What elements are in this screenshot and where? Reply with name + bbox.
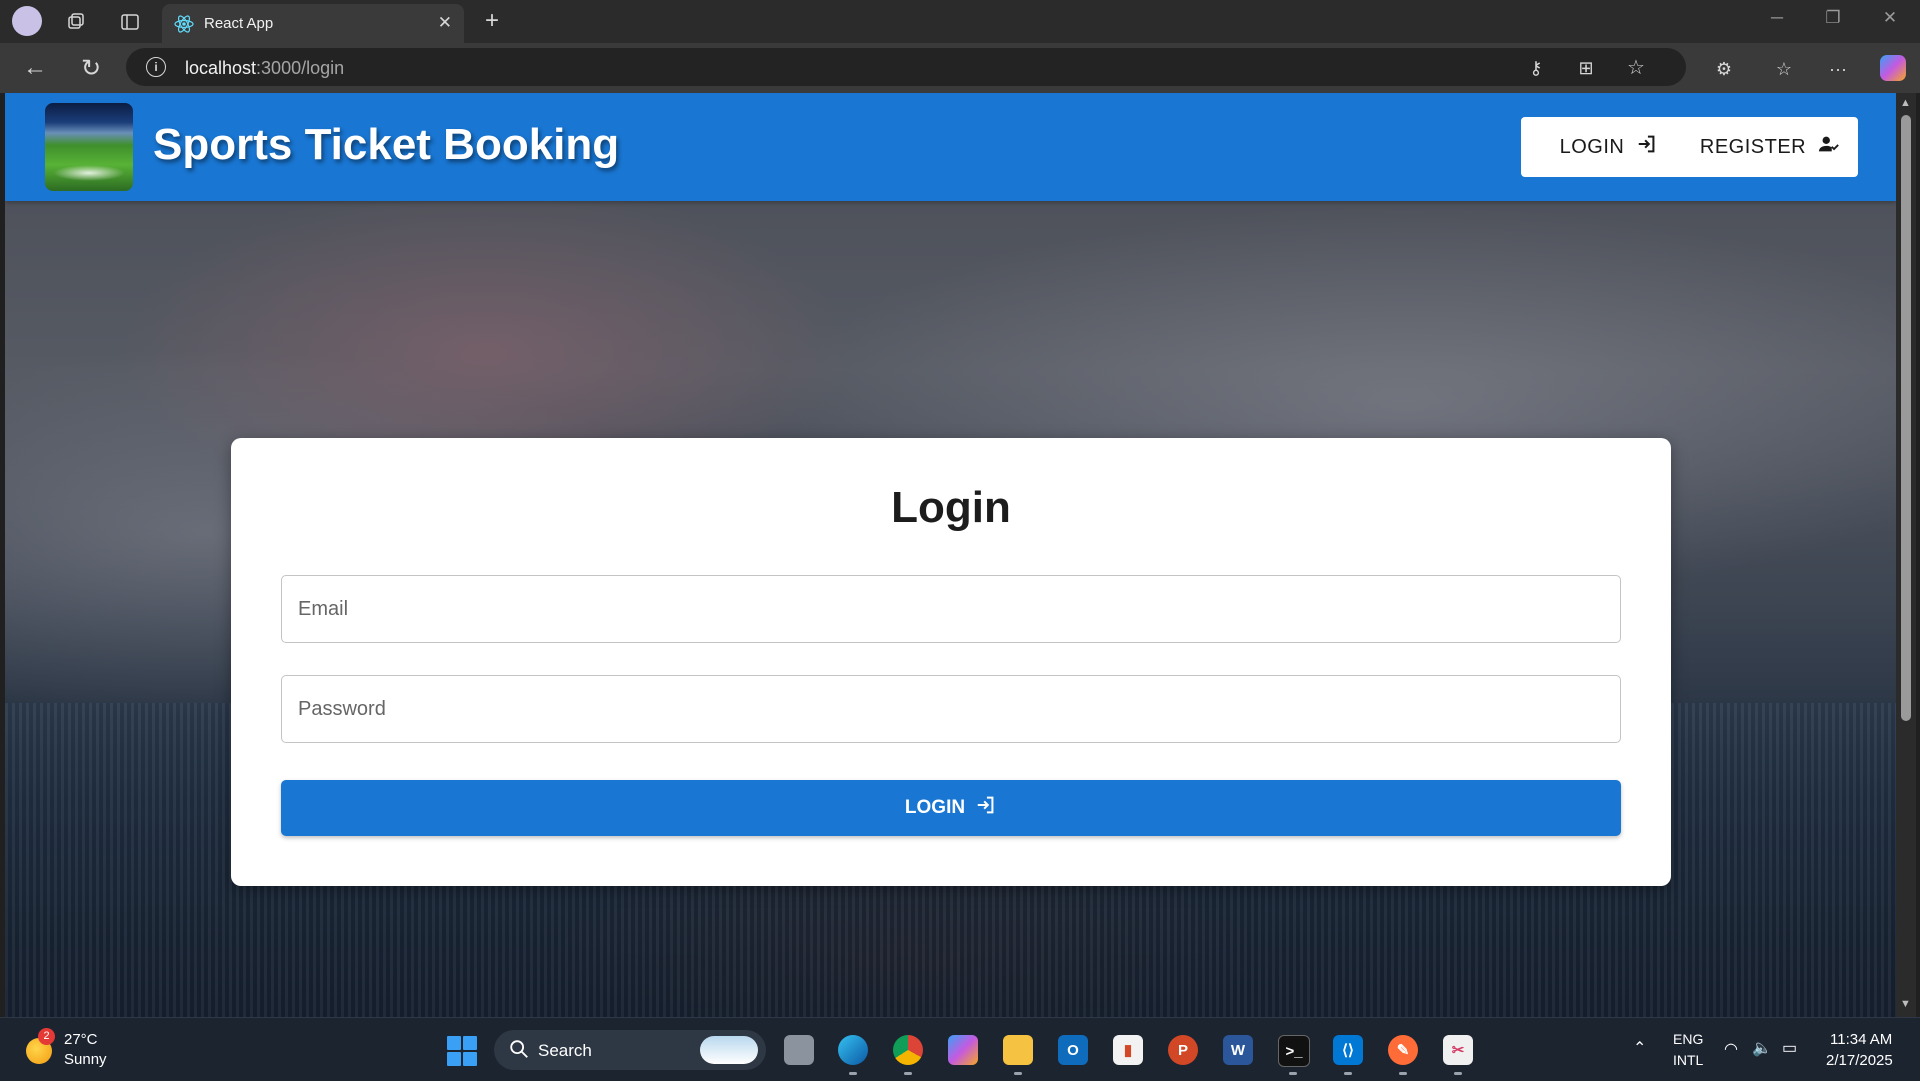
running-indicator — [1454, 1072, 1462, 1075]
chrome-icon[interactable] — [893, 1035, 923, 1065]
site-info-icon[interactable]: i — [146, 57, 166, 77]
clock-time[interactable]: 11:34 AM — [1830, 1031, 1892, 1048]
scroll-up-icon[interactable]: ▲ — [1900, 97, 1911, 109]
task-view-icon[interactable] — [784, 1035, 814, 1065]
weather-badge: 2 — [38, 1028, 55, 1045]
taskbar: 2 27°C Sunny Search O ▮ P W >_ ⟨⟩ ✎ ✂ ⌃ … — [0, 1017, 1920, 1081]
running-indicator — [1399, 1072, 1407, 1075]
minimize-icon[interactable]: ─ — [1757, 8, 1797, 28]
password-field[interactable] — [281, 675, 1621, 743]
clock-date[interactable]: 2/17/2025 — [1826, 1052, 1893, 1069]
header-login-label: LOGIN — [1559, 135, 1625, 158]
tab-react-app[interactable]: React App ✕ — [162, 4, 464, 43]
brand-title: Sports Ticket Booking — [153, 120, 620, 169]
language-bottom[interactable]: INTL — [1673, 1052, 1703, 1068]
outlook-icon[interactable]: O — [1058, 1035, 1088, 1065]
weather-desc[interactable]: Sunny — [64, 1051, 107, 1068]
react-logo-icon — [174, 14, 194, 39]
running-indicator — [1014, 1072, 1022, 1075]
scroll-down-icon[interactable]: ▼ — [1900, 998, 1911, 1010]
close-tab-icon[interactable]: ✕ — [438, 13, 452, 33]
tab-title: React App — [204, 15, 274, 32]
person-add-icon — [1818, 133, 1840, 161]
volume-icon[interactable]: 🔈 — [1752, 1038, 1772, 1058]
browser-tab-bar: React App ✕ + ─ ❐ ✕ — [0, 0, 1920, 43]
header-register-button[interactable]: REGISTER — [1682, 117, 1858, 177]
more-menu-icon[interactable]: ··· — [1824, 55, 1852, 83]
favorites-icon[interactable]: ☆ — [1770, 55, 1798, 83]
running-indicator — [1289, 1072, 1297, 1075]
search-label: Search — [538, 1041, 592, 1060]
scroll-thumb[interactable] — [1901, 115, 1911, 721]
login-arrow-icon — [975, 794, 997, 822]
running-indicator — [904, 1072, 912, 1075]
running-indicator — [849, 1072, 857, 1075]
header-login-button[interactable]: LOGIN — [1521, 117, 1697, 177]
restore-icon[interactable]: ❐ — [1813, 8, 1853, 28]
search-highlight-icon — [700, 1036, 758, 1064]
wifi-icon[interactable]: ◠ — [1724, 1039, 1738, 1059]
login-submit-label: LOGIN — [904, 797, 966, 818]
edge-icon[interactable] — [838, 1035, 868, 1065]
extensions-icon[interactable]: ⚙ — [1710, 55, 1738, 83]
copilot-icon[interactable] — [1880, 55, 1906, 81]
profile-avatar-icon[interactable] — [12, 6, 42, 36]
tab-actions-icon[interactable] — [116, 8, 144, 36]
browser-nav-bar: ← ↻ i localhost:3000/login ⚷ ⊞ ☆ ⚙ ☆ ··· — [0, 43, 1920, 93]
language-top[interactable]: ENG — [1673, 1031, 1703, 1047]
show-hidden-icons-icon[interactable]: ⌃ — [1633, 1038, 1646, 1058]
terminal-icon[interactable]: >_ — [1278, 1035, 1310, 1067]
running-indicator — [1344, 1072, 1352, 1075]
app-header: Sports Ticket Booking LOGIN REGISTER — [5, 93, 1896, 201]
file-explorer-icon[interactable] — [1003, 1035, 1033, 1065]
address-bar[interactable]: i localhost:3000/login ⚷ ⊞ ☆ — [126, 48, 1686, 86]
login-submit-button[interactable]: LOGIN — [281, 780, 1621, 836]
copilot-app-icon[interactable] — [948, 1035, 978, 1065]
login-card: Login LOGIN — [231, 438, 1671, 886]
weather-temp[interactable]: 27°C — [64, 1031, 98, 1048]
office-icon[interactable]: ▮ — [1113, 1035, 1143, 1065]
back-icon[interactable]: ← — [20, 53, 50, 83]
login-title: Login — [891, 483, 1011, 532]
stadium-logo — [45, 103, 133, 191]
url-text[interactable]: localhost:3000/login — [185, 58, 344, 79]
refresh-icon[interactable]: ↻ — [76, 53, 106, 83]
start-windows-icon[interactable] — [447, 1036, 477, 1066]
workspaces-icon[interactable] — [62, 8, 90, 36]
battery-icon[interactable]: ▭ — [1782, 1038, 1797, 1058]
apps-icon[interactable]: ⊞ — [1574, 56, 1598, 80]
vscode-icon[interactable]: ⟨⟩ — [1333, 1035, 1363, 1065]
header-register-label: REGISTER — [1699, 135, 1807, 158]
password-key-icon[interactable]: ⚷ — [1524, 56, 1548, 80]
search-icon — [508, 1038, 530, 1065]
close-window-icon[interactable]: ✕ — [1870, 8, 1910, 28]
postman-icon[interactable]: ✎ — [1388, 1035, 1418, 1065]
snipping-tool-icon[interactable]: ✂ — [1443, 1035, 1473, 1065]
page-scrollbar[interactable]: ▲ ▼ — [1896, 93, 1916, 1017]
favorite-star-icon[interactable]: ☆ — [1624, 55, 1648, 79]
new-tab-icon[interactable]: + — [478, 7, 506, 35]
email-field[interactable] — [281, 575, 1621, 643]
powerpoint-icon[interactable]: P — [1168, 1035, 1198, 1065]
word-icon[interactable]: W — [1223, 1035, 1253, 1065]
taskbar-search[interactable]: Search — [494, 1030, 766, 1070]
page-viewport: Sports Ticket Booking LOGIN REGISTER Log… — [5, 93, 1896, 1017]
login-arrow-icon — [1636, 133, 1658, 161]
